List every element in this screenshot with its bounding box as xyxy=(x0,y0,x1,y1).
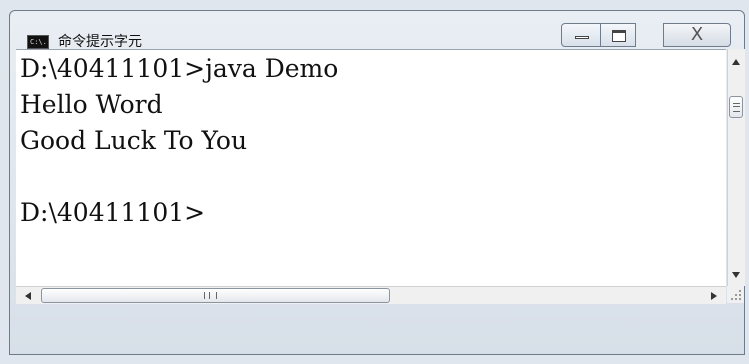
console-line: Hello Word xyxy=(20,90,163,119)
vertical-scroll-thumb[interactable] xyxy=(729,96,743,118)
scroll-up-arrow-icon[interactable] xyxy=(732,59,740,65)
cmd-window: C:\. 命令提示字元 X D:\40411101>java Demo Hell… xyxy=(9,10,745,355)
minimize-icon xyxy=(575,36,589,39)
scroll-left-arrow-icon[interactable] xyxy=(25,292,31,300)
close-icon: X xyxy=(690,24,704,45)
resize-grip-icon[interactable] xyxy=(727,286,744,303)
scroll-down-arrow-icon[interactable] xyxy=(732,272,740,278)
vertical-scrollbar[interactable] xyxy=(727,49,745,286)
horizontal-scrollbar[interactable] xyxy=(16,286,726,304)
scroll-right-arrow-icon[interactable] xyxy=(711,292,717,300)
console-line: Good Luck To You xyxy=(20,126,248,155)
command-prompt-icon[interactable]: C:\. xyxy=(27,35,49,49)
console-prompt-line: D:\40411101> xyxy=(20,198,206,227)
close-button[interactable]: X xyxy=(663,23,731,47)
console-line: D:\40411101>java Demo xyxy=(20,54,339,83)
scroll-grip-icon xyxy=(204,292,217,299)
console-output[interactable]: D:\40411101>java Demo Hello Word Good Lu… xyxy=(16,49,726,287)
maximize-icon xyxy=(612,30,626,42)
minimize-button[interactable] xyxy=(561,23,601,47)
horizontal-scroll-thumb[interactable] xyxy=(41,288,390,303)
window-title: 命令提示字元 xyxy=(58,34,142,50)
maximize-button[interactable] xyxy=(600,23,636,47)
